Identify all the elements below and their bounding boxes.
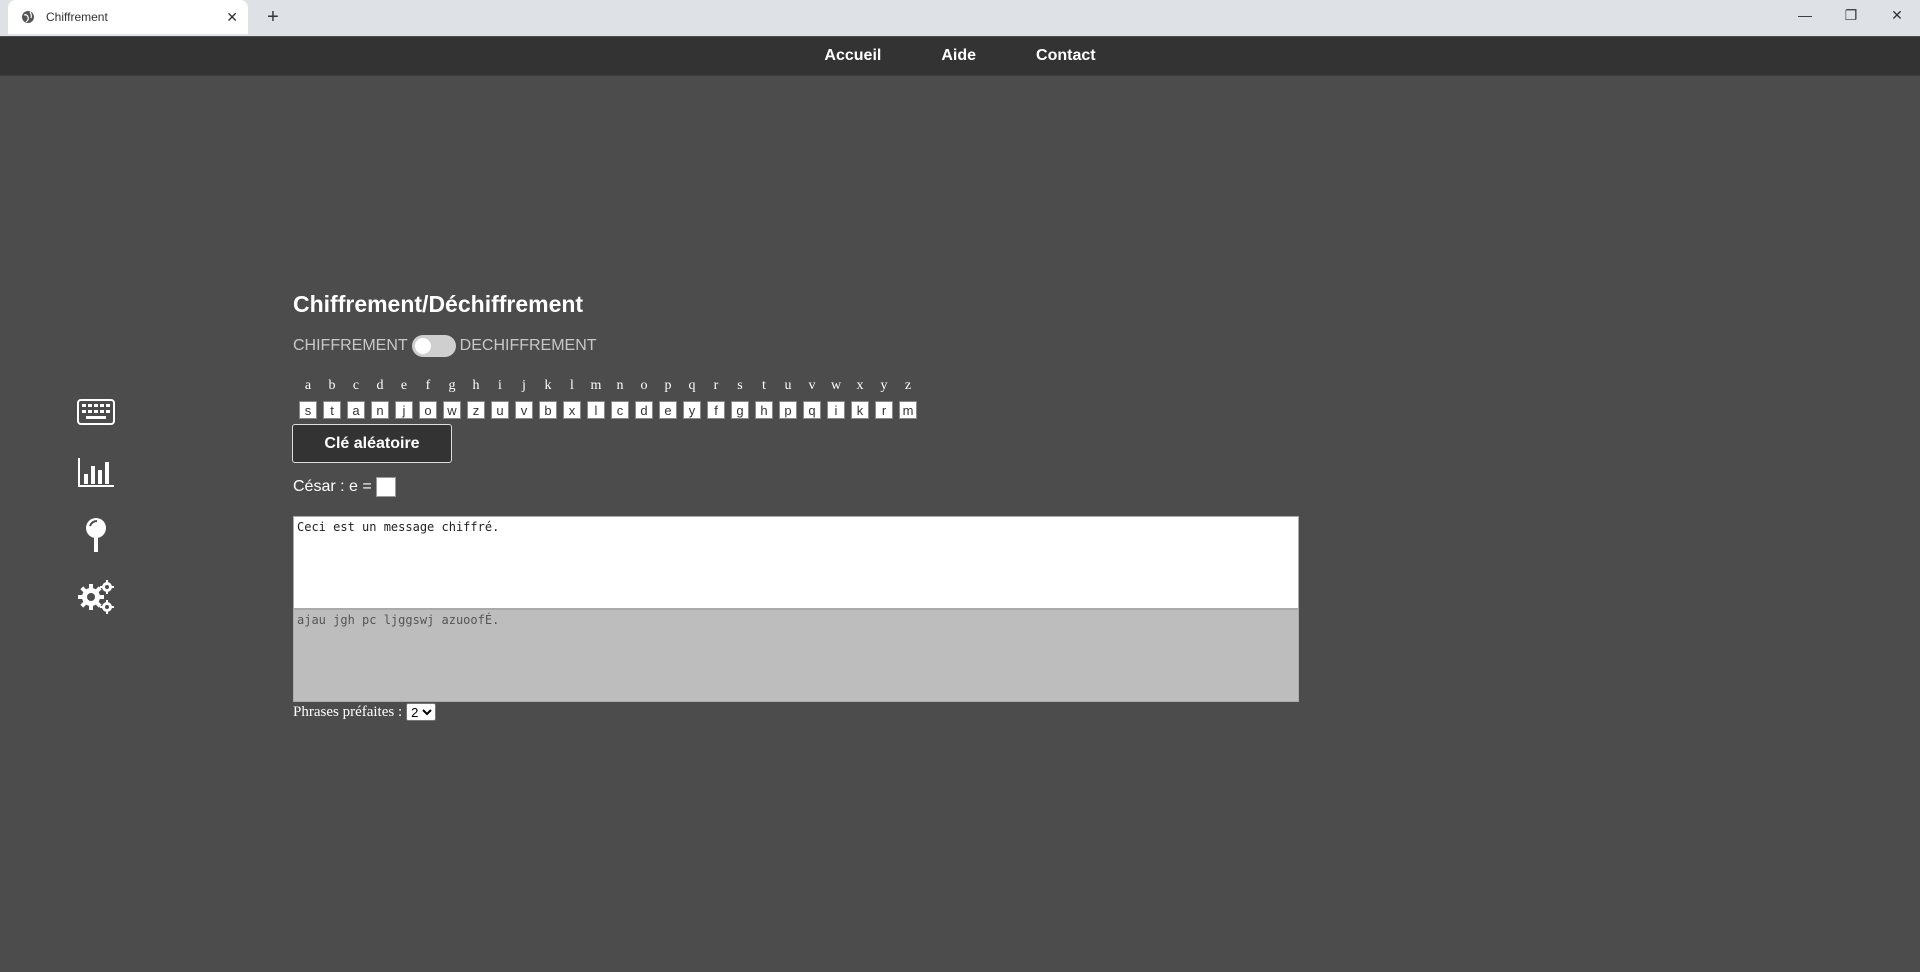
key-letter-input[interactable]: r bbox=[875, 401, 893, 419]
bar-chart-icon[interactable] bbox=[76, 452, 116, 492]
alphabet-letter: h bbox=[472, 378, 480, 393]
key-letter-input[interactable]: d bbox=[635, 401, 653, 419]
restore-button[interactable]: ❐ bbox=[1828, 0, 1874, 30]
prefab-row: Phrases préfaites : 2 bbox=[293, 703, 437, 721]
alphabet-letter: j bbox=[522, 378, 526, 393]
cesar-row: César : e = bbox=[293, 477, 396, 497]
key-letter-input[interactable]: n bbox=[371, 401, 389, 419]
substitution-key-row: stanjowzuvbxlcdeyfghpqikrm bbox=[296, 401, 920, 419]
ciphertext-area[interactable]: ajau jgh pc ljggswj azuoofÉ. bbox=[293, 609, 1299, 702]
key-letter-input[interactable]: j bbox=[395, 401, 413, 419]
key-letter-input[interactable]: t bbox=[323, 401, 341, 419]
alphabet-letter: f bbox=[425, 378, 431, 393]
alphabet-letter: c bbox=[352, 378, 360, 393]
alphabet-letter: p bbox=[664, 378, 672, 393]
globe-icon bbox=[20, 9, 36, 25]
window-close-button[interactable]: ✕ bbox=[1874, 0, 1920, 30]
alphabet-letter: t bbox=[762, 378, 766, 393]
key-letter-input[interactable]: p bbox=[779, 401, 797, 419]
alphabet-letter: b bbox=[328, 378, 336, 393]
alphabet-letter: r bbox=[713, 378, 719, 393]
alphabet-letter: u bbox=[784, 378, 792, 393]
page-title: Chiffrement/Déchiffrement bbox=[293, 291, 584, 317]
key-letter-input[interactable]: f bbox=[707, 401, 725, 419]
mode-toggle-row: CHIFFREMENT DECHIFFREMENT bbox=[293, 335, 597, 357]
key-letter-input[interactable]: s bbox=[299, 401, 317, 419]
key-letter-input[interactable]: l bbox=[587, 401, 605, 419]
nav-contact[interactable]: Contact bbox=[1036, 47, 1096, 65]
browser-chrome: Chiffrement ✕ + — ❐ ✕ bbox=[0, 0, 1920, 36]
key-letter-input[interactable]: o bbox=[419, 401, 437, 419]
gears-icon[interactable] bbox=[76, 577, 116, 617]
alphabet-letter: z bbox=[904, 378, 912, 393]
key-letter-input[interactable]: v bbox=[515, 401, 533, 419]
key-letter-input[interactable]: y bbox=[683, 401, 701, 419]
cesar-shift-input[interactable] bbox=[375, 477, 396, 497]
alphabet-letter: n bbox=[616, 378, 624, 393]
alphabet-letter: a bbox=[304, 378, 312, 393]
key-letter-input[interactable]: k bbox=[851, 401, 869, 419]
nav-accueil[interactable]: Accueil bbox=[824, 47, 881, 65]
alphabet-letter: w bbox=[830, 378, 842, 393]
alphabet-letter: x bbox=[856, 378, 864, 393]
mode-label-dechiffrement: DECHIFFREMENT bbox=[459, 337, 597, 354]
alphabet-letter: o bbox=[640, 378, 648, 393]
alphabet-letter: y bbox=[880, 378, 888, 393]
key-letter-input[interactable]: z bbox=[467, 401, 485, 419]
prefab-label: Phrases préfaites : bbox=[293, 703, 403, 720]
alphabet-letter: g bbox=[448, 378, 456, 393]
alphabet-letter: e bbox=[400, 378, 408, 393]
magnifier-icon[interactable] bbox=[76, 515, 116, 555]
mode-label-chiffrement: CHIFFREMENT bbox=[293, 337, 408, 354]
browser-tab[interactable]: Chiffrement ✕ bbox=[8, 0, 248, 34]
key-letter-input[interactable]: u bbox=[491, 401, 509, 419]
plaintext-area[interactable]: Ceci est un message chiffré. bbox=[293, 516, 1299, 609]
top-navbar: Accueil Aide Contact bbox=[0, 37, 1920, 76]
prefab-select[interactable]: 2 bbox=[406, 703, 437, 721]
key-letter-input[interactable]: g bbox=[731, 401, 749, 419]
alphabet-letter: q bbox=[688, 378, 696, 393]
alphabet-row: a b c d e f g h i j k l mn o p q r s t u vwx y z bbox=[296, 378, 920, 394]
key-letter-input[interactable]: c bbox=[611, 401, 629, 419]
tab-title: Chiffrement bbox=[46, 10, 108, 24]
random-key-button[interactable]: Clé aléatoire bbox=[292, 424, 452, 463]
key-letter-input[interactable]: e bbox=[659, 401, 677, 419]
key-letter-input[interactable]: h bbox=[755, 401, 773, 419]
alphabet-letter: i bbox=[498, 378, 502, 393]
key-letter-input[interactable]: b bbox=[539, 401, 557, 419]
mode-switch[interactable] bbox=[411, 335, 456, 357]
key-letter-input[interactable]: x bbox=[563, 401, 581, 419]
new-tab-button[interactable]: + bbox=[260, 4, 286, 30]
alphabet-letter: l bbox=[570, 378, 574, 393]
key-letter-input[interactable]: m bbox=[899, 401, 917, 419]
alphabet-letter: s bbox=[737, 378, 743, 393]
minimize-button[interactable]: — bbox=[1782, 0, 1828, 30]
tab-close-icon[interactable]: ✕ bbox=[226, 9, 238, 26]
key-letter-input[interactable]: a bbox=[347, 401, 365, 419]
cesar-label: César : e = bbox=[293, 478, 372, 495]
alphabet-letter: k bbox=[544, 378, 552, 393]
key-letter-input[interactable]: w bbox=[443, 401, 461, 419]
nav-aide[interactable]: Aide bbox=[941, 47, 976, 65]
alphabet-letter: v bbox=[808, 378, 816, 393]
alphabet-letter: d bbox=[376, 378, 384, 393]
alphabet-letter: m bbox=[590, 378, 602, 393]
key-letter-input[interactable]: q bbox=[803, 401, 821, 419]
key-letter-input[interactable]: i bbox=[827, 401, 845, 419]
keyboard-icon[interactable] bbox=[76, 392, 116, 432]
